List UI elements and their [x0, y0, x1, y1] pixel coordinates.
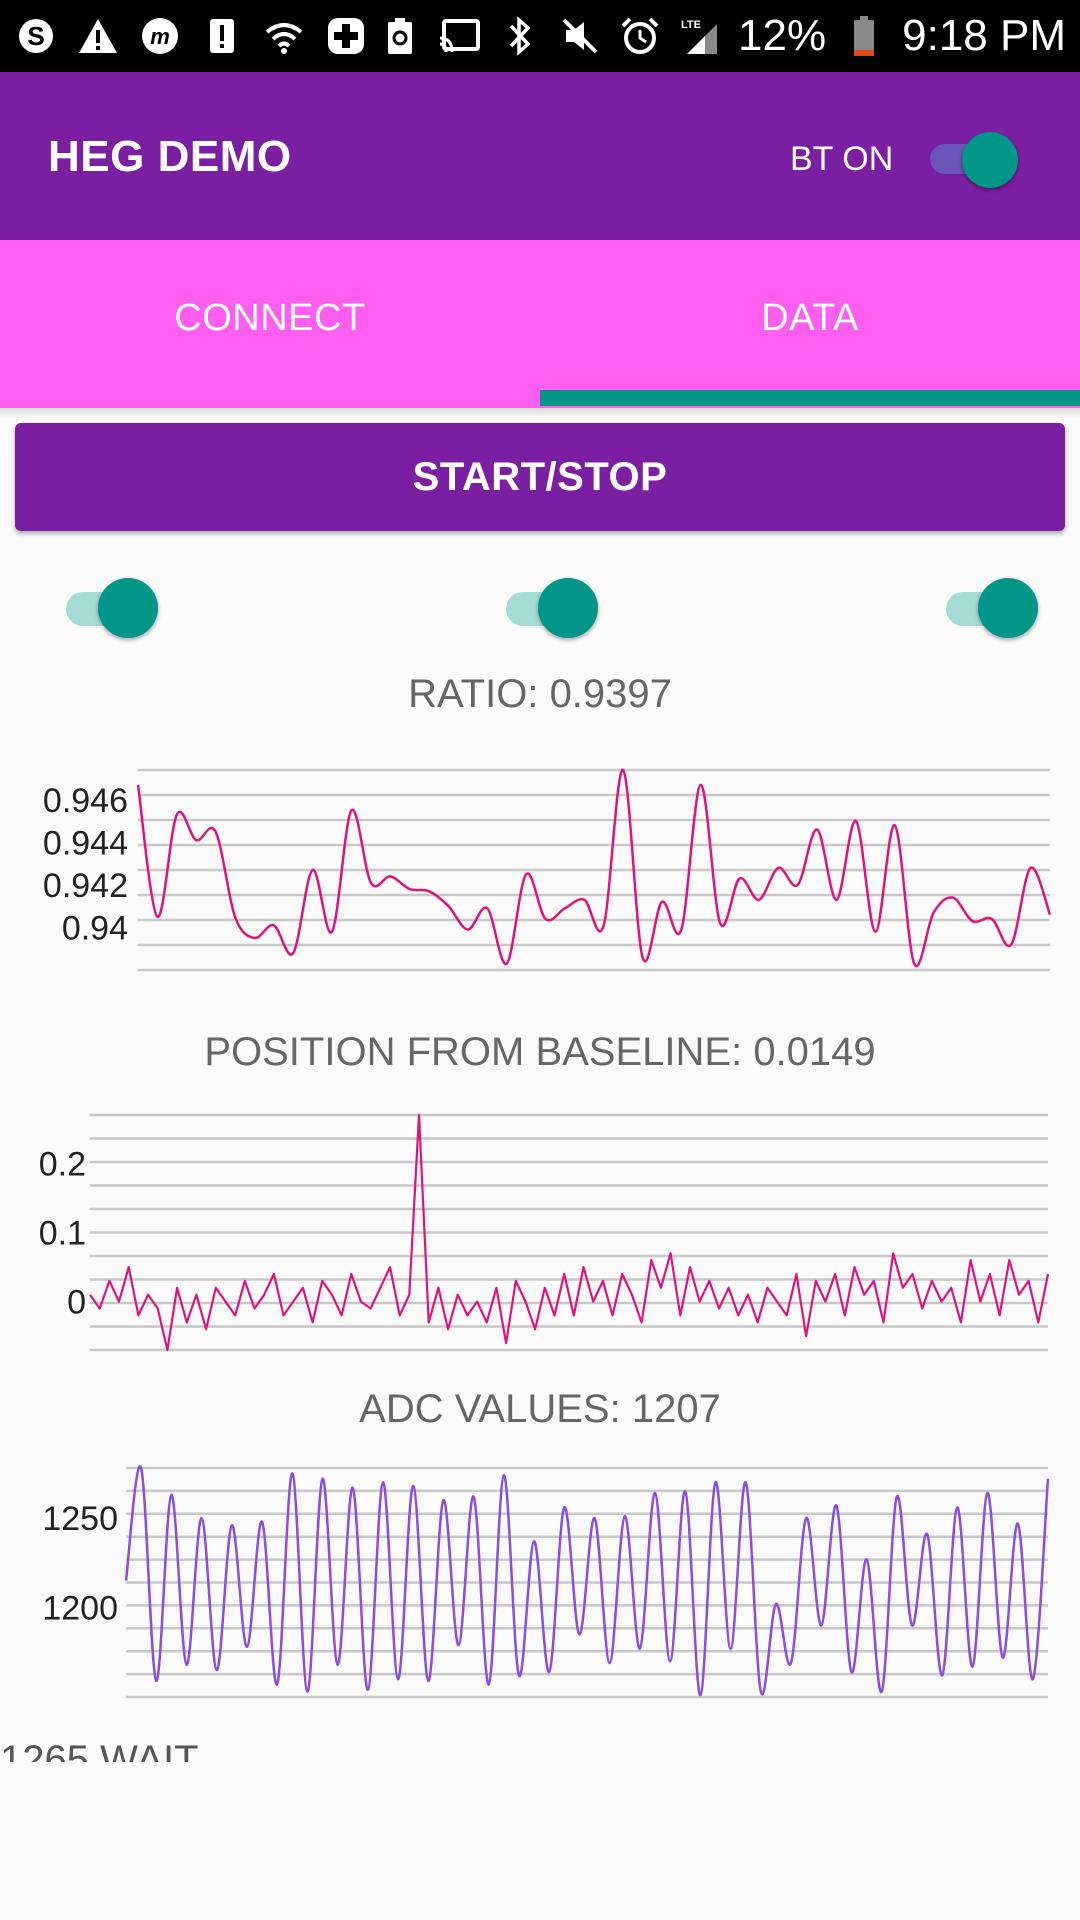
svg-text:m: m	[150, 24, 170, 49]
battery-icon	[842, 14, 886, 58]
y-tick-label: 1200	[42, 1590, 118, 1628]
alarm-icon	[618, 14, 662, 58]
tab-connect[interactable]: CONNECT	[0, 240, 540, 408]
y-tick-label: 0.94	[62, 909, 128, 947]
y-tick-label: 0.1	[39, 1215, 86, 1253]
status-icons-right: LTE 12% 9:18 PM	[378, 11, 1066, 61]
toggle-thumb	[98, 578, 158, 638]
y-tick-label: 1250	[42, 1500, 118, 1538]
cast-icon	[438, 14, 482, 58]
adc-title: ADC VALUES: 1207	[359, 1387, 721, 1431]
status-message-cutoff: 1265 WAIT	[0, 1740, 300, 1762]
adc-toggle[interactable]	[940, 574, 1040, 638]
m-app-icon: m	[138, 14, 182, 58]
mute-icon	[558, 14, 602, 58]
tab-bar: CONNECT DATA	[0, 240, 1080, 408]
tab-data[interactable]: DATA	[540, 240, 1080, 408]
status-message: 1265 WAIT	[0, 1740, 199, 1762]
warning-icon	[76, 14, 120, 58]
bt-label: BT ON	[790, 140, 894, 178]
position-title: POSITION FROM BASELINE: 0.0149	[204, 1030, 876, 1074]
series-line	[136, 768, 1052, 968]
wifi-icon	[262, 14, 306, 58]
svg-text:LTE: LTE	[681, 19, 701, 31]
y-tick-label: 0.944	[43, 824, 128, 862]
recycle-icon	[378, 14, 422, 58]
y-tick-label: 0	[67, 1284, 86, 1322]
y-tick-label: 0.2	[39, 1145, 86, 1183]
adc-chart: 1250 1200	[42, 1465, 1050, 1699]
app-bar: HEG DEMO BT ON	[0, 72, 1080, 240]
toggle-thumb	[978, 578, 1038, 638]
ratio-title: RATIO: 0.9397	[408, 672, 672, 716]
start-stop-button[interactable]: START/STOP	[15, 423, 1065, 531]
series-line	[124, 1465, 1050, 1697]
tab-shadow	[0, 408, 1080, 418]
battery-percent: 12%	[738, 11, 827, 60]
app-title: HEG DEMO	[48, 132, 292, 181]
bt-switch[interactable]	[924, 130, 1020, 188]
lte-signal-icon: LTE	[678, 14, 722, 58]
y-tick-label: 0.946	[43, 782, 128, 820]
alert-icon	[200, 14, 244, 58]
position-toggle[interactable]	[500, 574, 600, 638]
clock: 9:18 PM	[902, 11, 1066, 60]
ratio-chart: 0.946 0.944 0.942 0.94	[43, 768, 1052, 972]
bluetooth-icon	[498, 14, 542, 58]
y-tick-label: 0.942	[43, 867, 128, 905]
tab-indicator	[540, 390, 1080, 406]
ratio-toggle[interactable]	[60, 574, 160, 638]
position-chart: 0.2 0.1 0	[39, 1113, 1050, 1352]
bt-switch-thumb	[962, 132, 1018, 188]
svg-text:S: S	[27, 21, 44, 51]
plus-app-icon	[324, 14, 368, 58]
toggle-thumb	[538, 578, 598, 638]
status-icons-left: S m	[14, 14, 368, 58]
status-bar: S m LTE 12% 9:18 PM	[0, 0, 1080, 72]
skype-icon: S	[14, 14, 58, 58]
